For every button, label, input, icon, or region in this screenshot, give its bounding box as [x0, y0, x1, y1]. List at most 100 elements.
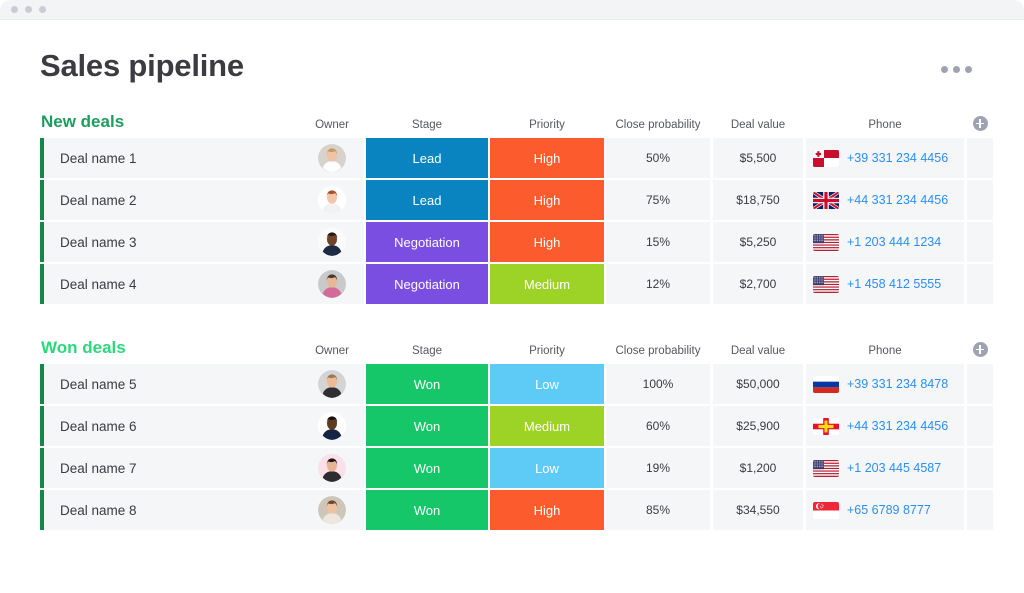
close-probability-cell[interactable]: 75%	[606, 180, 710, 220]
add-column-button[interactable]	[967, 342, 993, 358]
column-header-phone: Phone	[868, 119, 902, 131]
deal-name-cell[interactable]: Deal name 6	[40, 406, 300, 446]
close-probability-value: 85%	[645, 503, 671, 517]
stage-label: Negotiation	[394, 276, 460, 292]
stage-pill[interactable]: Won	[366, 364, 488, 404]
more-options-button[interactable]	[941, 66, 972, 73]
stage-pill[interactable]: Negotiation	[366, 222, 488, 262]
owner-cell[interactable]	[300, 490, 364, 530]
phone-number[interactable]: +65 6789 8777	[847, 503, 931, 517]
phone-cell[interactable]: +44 331 234 4456	[806, 406, 964, 446]
owner-cell[interactable]	[300, 448, 364, 488]
phone-number[interactable]: +39 331 234 4456	[847, 151, 948, 165]
close-probability-cell[interactable]: 100%	[606, 364, 710, 404]
owner-cell[interactable]	[300, 222, 364, 262]
deal-value-cell[interactable]: $1,200	[713, 448, 803, 488]
phone-number[interactable]: +39 331 234 8478	[847, 377, 948, 391]
window-maximize-button[interactable]	[39, 6, 46, 13]
deal-name-cell[interactable]: Deal name 4	[40, 264, 300, 304]
deal-name-cell[interactable]: Deal name 3	[40, 222, 300, 262]
column-header-close-probability: Close probability	[615, 345, 701, 357]
stage-label: Negotiation	[394, 234, 460, 250]
avatar-woman-redhead	[318, 186, 346, 214]
stage-label: Won	[413, 460, 441, 476]
phone-number[interactable]: +44 331 234 4456	[847, 419, 948, 433]
close-probability-cell[interactable]: 50%	[606, 138, 710, 178]
owner-cell[interactable]	[300, 406, 364, 446]
stage-pill[interactable]: Won	[366, 406, 488, 446]
deal-value-cell[interactable]: $18,750	[713, 180, 803, 220]
phone-cell[interactable]: +1 458 412 5555	[806, 264, 964, 304]
add-column-button[interactable]	[967, 116, 993, 132]
deal-name-cell[interactable]: Deal name 7	[40, 448, 300, 488]
close-probability-cell[interactable]: 60%	[606, 406, 710, 446]
deal-value-cell[interactable]: $5,500	[713, 138, 803, 178]
table-row[interactable]: Deal name 3 Negotiation High 15% $5,250 +1 20…	[40, 222, 996, 262]
owner-cell[interactable]	[300, 364, 364, 404]
priority-label: High	[533, 234, 561, 250]
column-header-owner: Owner	[315, 345, 349, 357]
table-row[interactable]: Deal name 6 Won Medium 60% $25,900 +44 331 23…	[40, 406, 996, 446]
phone-cell[interactable]: +1 203 445 4587	[806, 448, 964, 488]
window-close-button[interactable]	[11, 6, 18, 13]
phone-number[interactable]: +44 331 234 4456	[847, 193, 948, 207]
tonga-flag	[813, 149, 839, 167]
deal-value: $18,750	[736, 193, 780, 207]
owner-cell[interactable]	[300, 264, 364, 304]
deal-name-cell[interactable]: Deal name 5	[40, 364, 300, 404]
phone-cell[interactable]: +39 331 234 4456	[806, 138, 964, 178]
column-header-deal-value: Deal value	[730, 345, 786, 357]
phone-number[interactable]: +1 458 412 5555	[847, 277, 941, 291]
stage-label: Won	[413, 376, 441, 392]
close-probability-cell[interactable]: 15%	[606, 222, 710, 262]
deal-value-cell[interactable]: $25,900	[713, 406, 803, 446]
deal-value-cell[interactable]: $34,550	[713, 490, 803, 530]
row-end-cell	[967, 264, 993, 304]
table-row[interactable]: Deal name 2 Lead High 75% $18,750 +44 331 234…	[40, 180, 996, 220]
window-minimize-button[interactable]	[25, 6, 32, 13]
priority-pill[interactable]: High	[490, 180, 604, 220]
stage-pill[interactable]: Won	[366, 490, 488, 530]
close-probability-cell[interactable]: 85%	[606, 490, 710, 530]
deal-value-cell[interactable]: $50,000	[713, 364, 803, 404]
phone-number[interactable]: +1 203 445 4587	[847, 461, 941, 475]
priority-pill[interactable]: High	[490, 490, 604, 530]
owner-cell[interactable]	[300, 138, 364, 178]
priority-pill[interactable]: Low	[490, 364, 604, 404]
table-row[interactable]: Deal name 1 Lead High 50% $5,500 +39 331 234 …	[40, 138, 996, 178]
avatar-man-beard-light	[318, 270, 346, 298]
table-row[interactable]: Deal name 4 Negotiation Medium 12% $2,700 +1 …	[40, 264, 996, 304]
table-row[interactable]: Deal name 8 Won High 85% $34,550 +65 6789 877…	[40, 490, 996, 530]
deal-name-cell[interactable]: Deal name 1	[40, 138, 300, 178]
owner-cell[interactable]	[300, 180, 364, 220]
stage-pill[interactable]: Lead	[366, 138, 488, 178]
priority-pill[interactable]: High	[490, 138, 604, 178]
priority-pill[interactable]: Medium	[490, 264, 604, 304]
page-header: Sales pipeline	[40, 20, 996, 84]
stage-pill[interactable]: Lead	[366, 180, 488, 220]
deal-name-cell[interactable]: Deal name 2	[40, 180, 300, 220]
deal-value: $25,900	[736, 419, 780, 433]
deal-name-cell[interactable]: Deal name 8	[40, 490, 300, 530]
close-probability-cell[interactable]: 19%	[606, 448, 710, 488]
close-probability-cell[interactable]: 12%	[606, 264, 710, 304]
priority-label: Medium	[523, 276, 571, 292]
priority-pill[interactable]: Medium	[490, 406, 604, 446]
deal-value-cell[interactable]: $2,700	[713, 264, 803, 304]
deal-value-cell[interactable]: $5,250	[713, 222, 803, 262]
phone-cell[interactable]: +44 331 234 4456	[806, 180, 964, 220]
stage-pill[interactable]: Negotiation	[366, 264, 488, 304]
priority-pill[interactable]: Low	[490, 448, 604, 488]
phone-cell[interactable]: +65 6789 8777	[806, 490, 964, 530]
phone-cell[interactable]: +1 203 444 1234	[806, 222, 964, 262]
table-row[interactable]: Deal name 5 Won Low 100% $50,000 +39 331 234 …	[40, 364, 996, 404]
phone-number[interactable]: +1 203 444 1234	[847, 235, 941, 249]
column-header-close-probability: Close probability	[615, 119, 701, 131]
group-rows: Deal name 5 Won Low 100% $50,000 +39 331 234 …	[40, 364, 996, 530]
table-row[interactable]: Deal name 7 Won Low 19% $1,200 +1 203 445 458…	[40, 448, 996, 488]
column-header-priority: Priority	[529, 345, 565, 357]
stage-pill[interactable]: Won	[366, 448, 488, 488]
uk-flag	[813, 191, 839, 209]
priority-pill[interactable]: High	[490, 222, 604, 262]
phone-cell[interactable]: +39 331 234 8478	[806, 364, 964, 404]
